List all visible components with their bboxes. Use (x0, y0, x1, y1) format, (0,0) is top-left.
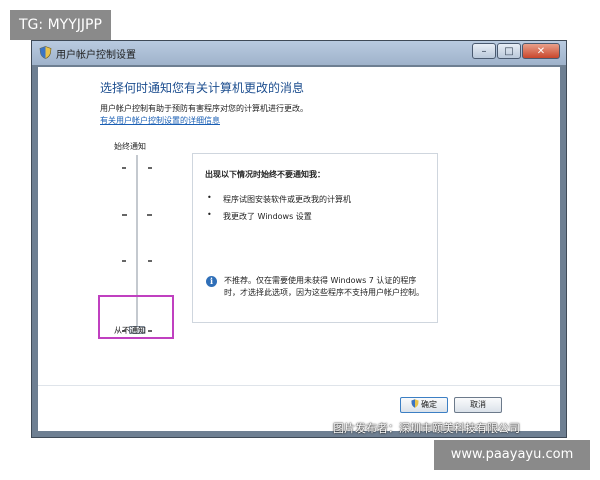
uac-shield-icon (39, 46, 52, 59)
description-text: 用户帐户控制有助于预防有害程序对您的计算机进行更改。 (100, 104, 308, 113)
panel-list-item: 我更改了 Windows 设置 (223, 212, 312, 221)
notification-details-panel: 出现以下情况时始终不要通知我： • 程序试图安装软件或更改我的计算机 • 我更改… (192, 153, 438, 323)
website-label: www.paayayu.com (434, 440, 590, 470)
close-button[interactable]: ✕ (522, 43, 560, 59)
publisher-watermark: 图片发布者：深圳市颐美科技有限公司 (333, 422, 520, 435)
info-icon: i (206, 276, 217, 287)
slider-tick (148, 260, 152, 262)
slider-tick (122, 167, 126, 169)
bullet-icon: • (207, 210, 212, 219)
cancel-button[interactable]: 取消 (454, 397, 502, 413)
title-bar: 用户帐户控制设置 – □ ✕ (32, 41, 566, 65)
slider-tick (122, 214, 127, 216)
page-heading: 选择何时通知您有关计算机更改的消息 (100, 81, 305, 95)
slider-tick (147, 214, 152, 216)
uac-details-link[interactable]: 有关用户帐户控制设置的详细信息 (100, 115, 220, 126)
minimize-button[interactable]: – (472, 43, 496, 59)
window-controls: – □ ✕ (471, 43, 560, 59)
window-title: 用户帐户控制设置 (56, 50, 136, 61)
bullet-icon: • (207, 193, 212, 202)
panel-title: 出现以下情况时始终不要通知我： (205, 170, 325, 179)
uac-settings-window: 用户帐户控制设置 – □ ✕ 选择何时通知您有关计算机更改的消息 用户帐户控制有… (31, 40, 567, 438)
tg-label: TG: MYYJJPP (10, 10, 111, 40)
footer-divider (38, 385, 560, 386)
slider-tick (148, 167, 152, 169)
slider-tick (122, 260, 126, 262)
panel-list-item: 程序试图安装软件或更改我的计算机 (223, 195, 351, 204)
ok-button-label: 确定 (421, 400, 437, 409)
ok-button[interactable]: 确定 (400, 397, 448, 413)
slider-bottom-label: 从不通知 (114, 326, 146, 335)
slider-top-label: 始终通知 (114, 142, 146, 151)
warning-text: 不推荐。仅在需要使用未获得 Windows 7 认证的程序时，才选择此选项，因为… (224, 276, 424, 297)
uac-shield-icon (411, 399, 419, 408)
maximize-button[interactable]: □ (497, 43, 521, 59)
dialog-content: 选择何时通知您有关计算机更改的消息 用户帐户控制有助于预防有害程序对您的计算机进… (38, 67, 560, 431)
